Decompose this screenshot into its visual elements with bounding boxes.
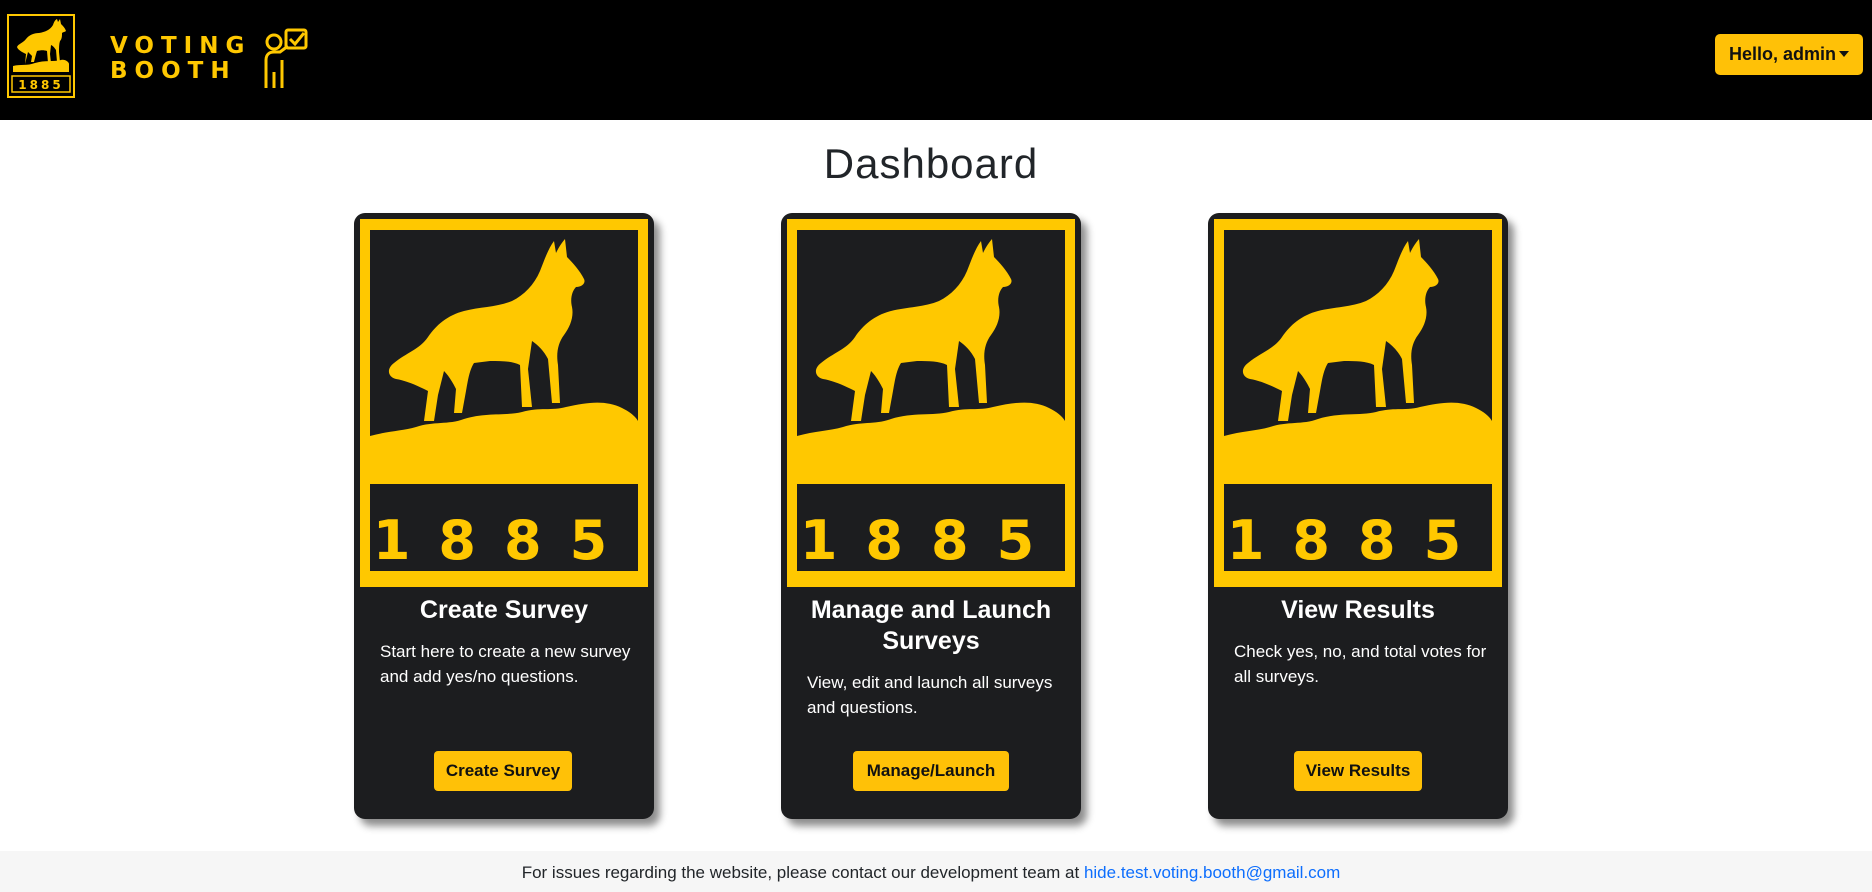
logo-badge-year: 1885 [18,78,63,92]
card-title: Create Survey [419,596,589,624]
chevron-down-icon [1839,51,1849,57]
card-description: Check yes, no, and total votes for all s… [1234,642,1487,686]
support-email-link[interactable]: hide.test.voting.booth@gmail.com [1084,863,1340,882]
card-title: View Results [1281,596,1435,624]
wolf-1885-image: 1885 [360,219,648,587]
brand-line-1: VOTING [110,33,252,59]
create-survey-button[interactable]: Create Survey [434,751,572,791]
card-create-survey: 1885 Create Survey Start here to create … [354,213,654,819]
footer: For issues regarding the website, please… [0,851,1872,892]
wolf-image-year: 1885 [1227,509,1489,572]
navbar: 1885 VOTING BOOTH Hello, admin [0,0,1872,120]
card-view-results: 1885 View Results Check yes, no, and tot… [1208,213,1508,819]
wolf-image-year: 1885 [373,509,635,572]
user-menu-label: Hello, admin [1729,44,1837,64]
wolf-1885-image: 1885 [1214,219,1502,587]
user-menu-dropdown[interactable]: Hello, admin [1715,34,1863,75]
card-description: Start here to create a new survey and ad… [380,642,631,686]
brand-line-2: BOOTH [110,58,237,84]
wolf-image-year: 1885 [800,509,1062,572]
manage-launch-button[interactable]: Manage/Launch [853,751,1009,791]
voter-checkmark-icon [264,28,308,88]
brand-wordmark: VOTING BOOTH [110,34,251,84]
footer-message: For issues regarding the website, please… [521,863,1080,882]
school-logo-badge[interactable]: 1885 [7,14,75,98]
view-results-button[interactable]: View Results [1294,751,1422,791]
card-description: View, edit and launch all surveys and qu… [807,673,1053,717]
page-title: Dashboard [823,140,1039,187]
card-manage-launch: 1885 Manage and Launch Surveys View, edi… [781,213,1081,819]
wolf-1885-image: 1885 [787,219,1075,587]
voting-booth-brand[interactable]: VOTING BOOTH [110,28,310,92]
footer-contact-text: For issues regarding the website, please… [0,863,1862,883]
card-title: Manage and Launch Surveys [810,596,1052,655]
